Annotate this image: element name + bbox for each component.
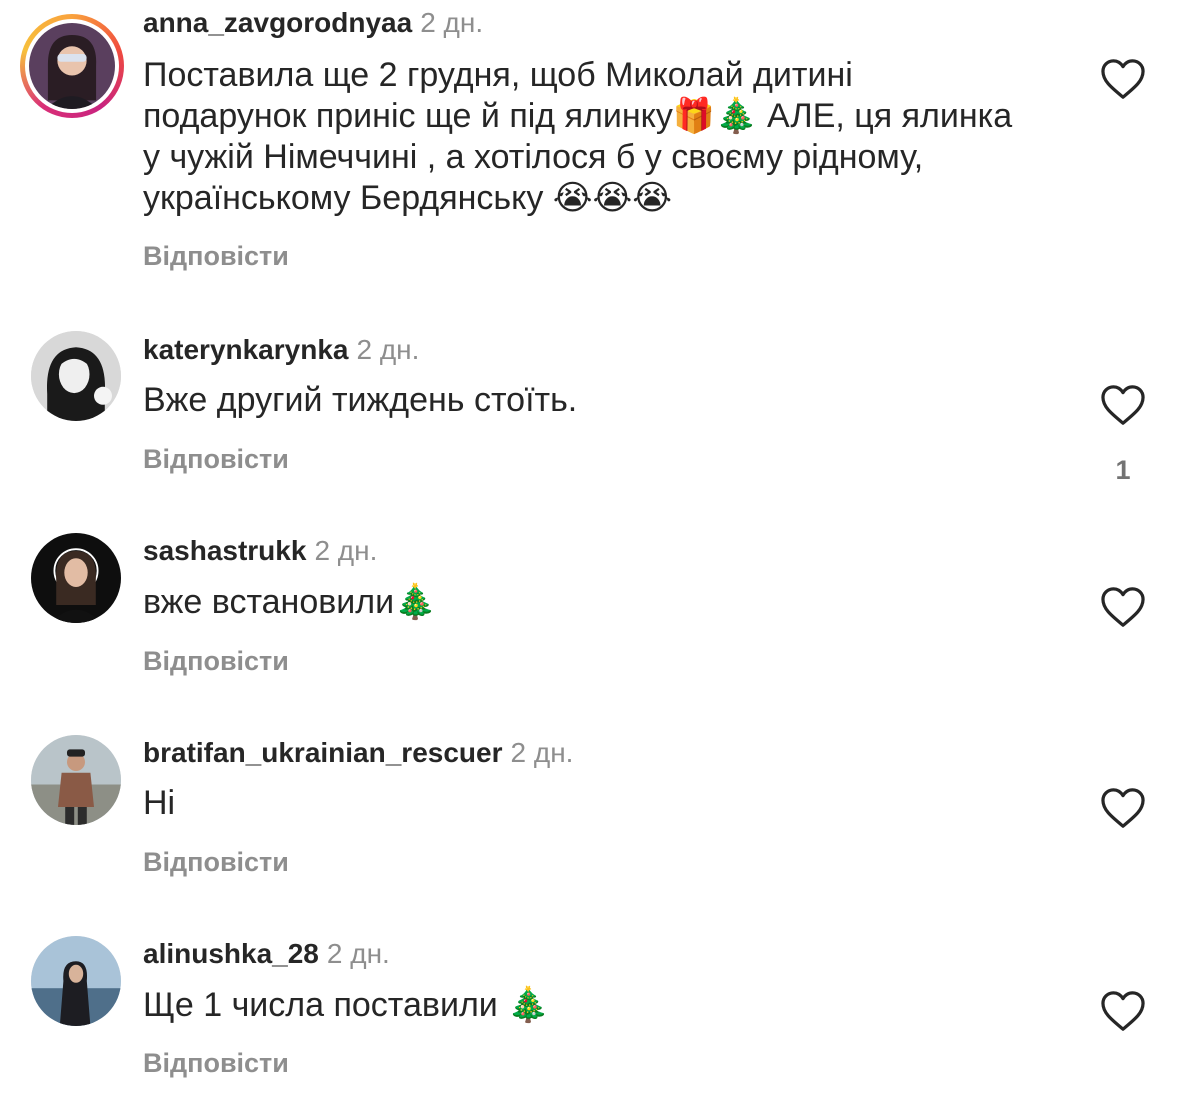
like-button[interactable] <box>1100 384 1146 426</box>
like-count: 1 <box>1115 455 1131 485</box>
like-button[interactable] <box>1100 586 1146 628</box>
comment-timestamp: 2 дн. <box>510 737 574 768</box>
reply-button[interactable]: Відповісти <box>143 443 289 475</box>
heart-outline-icon <box>1101 59 1145 99</box>
avatar[interactable] <box>31 936 121 1026</box>
like-button[interactable] <box>1100 787 1146 829</box>
reply-button[interactable]: Відповісти <box>143 1047 289 1079</box>
avatar <box>29 23 115 109</box>
comment-username[interactable]: katerynkarynka <box>143 334 348 365</box>
comment-text: Вже другий тиждень стоїть. <box>143 381 578 419</box>
comment-text: вже встановили🎄 <box>143 583 437 621</box>
heart-outline-icon <box>1101 587 1145 627</box>
comment-text: Ні <box>143 784 176 822</box>
heart-outline-icon <box>1101 385 1145 425</box>
comment-username[interactable]: bratifan_ukrainian_rescuer <box>143 737 503 768</box>
comments-list: anna_zavgorodnyaa 2 дн. Поставила ще 2 гр… <box>0 0 1200 1093</box>
like-button[interactable] <box>1100 58 1146 100</box>
avatar[interactable] <box>31 735 121 825</box>
heart-outline-icon <box>1101 991 1145 1031</box>
reply-button[interactable]: Відповісти <box>143 645 289 677</box>
comment-timestamp: 2 дн. <box>420 7 484 38</box>
comment-username[interactable]: sashastrukk <box>143 535 306 566</box>
comment-text: Ще 1 числа поставили 🎄 <box>143 986 550 1024</box>
avatar-story-ring[interactable] <box>20 14 124 118</box>
avatar[interactable] <box>31 331 121 421</box>
heart-outline-icon <box>1101 788 1145 828</box>
comment-username[interactable]: alinushka_28 <box>143 938 319 969</box>
comment-username[interactable]: anna_zavgorodnyaa <box>143 7 412 38</box>
comment-timestamp: 2 дн. <box>326 938 390 969</box>
comment-timestamp: 2 дн. <box>314 535 378 566</box>
like-button[interactable] <box>1100 990 1146 1032</box>
comment-text: Поставила ще 2 грудня, щоб Миколай дитин… <box>143 56 1013 217</box>
reply-button[interactable]: Відповісти <box>143 240 289 272</box>
reply-button[interactable]: Відповісти <box>143 846 289 878</box>
avatar[interactable] <box>31 533 121 623</box>
comment-timestamp: 2 дн. <box>356 334 420 365</box>
